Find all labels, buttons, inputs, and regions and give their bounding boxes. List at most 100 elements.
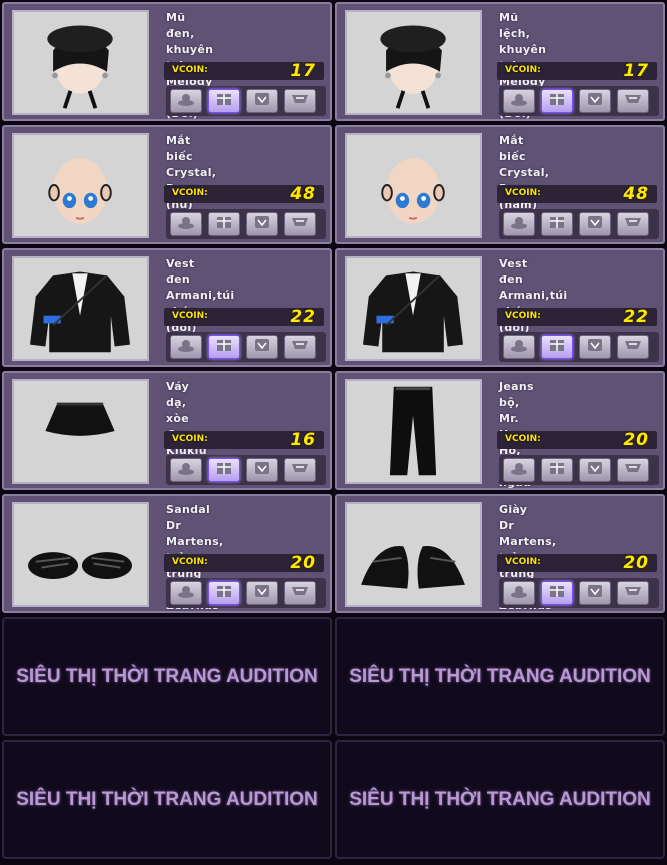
shoes-icon[interactable]	[345, 502, 482, 607]
shop-banner: SIÊU THỊ THỜI TRANG AUDITION	[335, 617, 665, 736]
vcoin-label: VCOIN:	[172, 65, 208, 75]
item-price: 20	[290, 553, 316, 573]
item-card[interactable]: Mũ lệch, khuyên tai Melody Choco (Đôi)VC…	[335, 2, 665, 121]
pocket-icon	[585, 583, 605, 603]
item-actions	[499, 332, 659, 362]
item-actions	[166, 332, 326, 362]
item-price: 17	[623, 61, 649, 81]
try-on-button[interactable]	[170, 212, 202, 236]
try-on-button[interactable]	[503, 89, 535, 113]
cart-icon	[290, 460, 310, 480]
try-on-button[interactable]	[170, 581, 202, 605]
avatar-icon	[176, 91, 196, 111]
try-on-button[interactable]	[170, 89, 202, 113]
buy-button[interactable]	[284, 212, 316, 236]
pocket-icon	[252, 337, 272, 357]
gift-icon	[547, 583, 567, 603]
vcoin-label: VCOIN:	[505, 434, 541, 444]
buy-button[interactable]	[284, 581, 316, 605]
wishlist-button[interactable]	[579, 335, 611, 359]
buy-button[interactable]	[617, 212, 649, 236]
item-card[interactable]: Mắt biếc Crystal, Ryon (nam)VCOIN:48	[335, 125, 665, 244]
avatar-icon	[509, 91, 529, 111]
gift-button[interactable]	[541, 581, 573, 605]
item-actions	[499, 86, 659, 116]
hat-earrings-icon[interactable]	[12, 10, 149, 115]
cart-icon	[623, 583, 643, 603]
avatar-icon	[176, 460, 196, 480]
gift-icon	[547, 337, 567, 357]
buy-button[interactable]	[617, 581, 649, 605]
gift-button[interactable]	[208, 212, 240, 236]
item-card[interactable]: Vest đen Armani,túi chéo (đôi)VCOIN:22	[335, 248, 665, 367]
try-on-button[interactable]	[503, 212, 535, 236]
wishlist-button[interactable]	[246, 581, 278, 605]
gift-button[interactable]	[208, 89, 240, 113]
jacket-icon[interactable]	[345, 256, 482, 361]
buy-button[interactable]	[617, 335, 649, 359]
vcoin-label: VCOIN:	[172, 557, 208, 567]
gift-icon	[547, 214, 567, 234]
buy-button[interactable]	[284, 458, 316, 482]
gift-button[interactable]	[208, 458, 240, 482]
item-actions	[499, 209, 659, 239]
item-card[interactable]: Váy dạ, xòe đen KiukiuVCOIN:16	[2, 371, 332, 490]
avatar-icon	[509, 583, 529, 603]
cart-icon	[290, 214, 310, 234]
buy-button[interactable]	[284, 335, 316, 359]
item-card[interactable]: Mũ đen, khuyên tai Melody Choco (Đôi)VCO…	[2, 2, 332, 121]
item-card[interactable]: Jeans bộ, Mr. Hero Hô, cool ngầuVCOIN:20	[335, 371, 665, 490]
vcoin-label: VCOIN:	[505, 311, 541, 321]
jacket-icon[interactable]	[12, 256, 149, 361]
avatar-icon	[509, 460, 529, 480]
banner-title: SIÊU THỊ THỜI TRANG AUDITION	[349, 788, 651, 810]
wishlist-button[interactable]	[579, 458, 611, 482]
item-card[interactable]: Giày Dr Martens, trẻ trung Fusion Zebril…	[335, 494, 665, 613]
item-actions	[166, 86, 326, 116]
gift-button[interactable]	[541, 89, 573, 113]
shop-banner: SIÊU THỊ THỜI TRANG AUDITION	[335, 740, 665, 859]
pants-icon[interactable]	[345, 379, 482, 484]
vcoin-label: VCOIN:	[172, 311, 208, 321]
wishlist-button[interactable]	[579, 581, 611, 605]
face-eyes-icon[interactable]	[345, 133, 482, 238]
gift-button[interactable]	[208, 581, 240, 605]
gift-icon	[214, 91, 234, 111]
item-price: 48	[290, 184, 316, 204]
gift-icon	[547, 91, 567, 111]
wishlist-button[interactable]	[579, 212, 611, 236]
gift-button[interactable]	[541, 212, 573, 236]
vcoin-label: VCOIN:	[505, 65, 541, 75]
gift-button[interactable]	[541, 458, 573, 482]
gift-icon	[214, 583, 234, 603]
wishlist-button[interactable]	[246, 212, 278, 236]
item-card[interactable]: Sandal Dr Martens, trẻ trung Fusion Zebr…	[2, 494, 332, 613]
gift-button[interactable]	[208, 335, 240, 359]
wishlist-button[interactable]	[246, 335, 278, 359]
buy-button[interactable]	[284, 89, 316, 113]
avatar-icon	[509, 214, 529, 234]
item-price: 16	[290, 430, 316, 450]
try-on-button[interactable]	[503, 458, 535, 482]
try-on-button[interactable]	[170, 335, 202, 359]
buy-button[interactable]	[617, 89, 649, 113]
wishlist-button[interactable]	[246, 89, 278, 113]
buy-button[interactable]	[617, 458, 649, 482]
vcoin-label: VCOIN:	[172, 188, 208, 198]
sandals-icon[interactable]	[12, 502, 149, 607]
item-card[interactable]: Vest đen Armani,túi chéo (đôi)VCOIN:22	[2, 248, 332, 367]
try-on-button[interactable]	[170, 458, 202, 482]
avatar-icon	[176, 583, 196, 603]
skirt-icon[interactable]	[12, 379, 149, 484]
gift-button[interactable]	[541, 335, 573, 359]
vcoin-label: VCOIN:	[505, 557, 541, 567]
wishlist-button[interactable]	[579, 89, 611, 113]
shop-banner: SIÊU THỊ THỜI TRANG AUDITION	[2, 740, 332, 859]
item-card[interactable]: Mắt biếc Crystal, Ryon (nữ)VCOIN:48	[2, 125, 332, 244]
hat-earrings-icon[interactable]	[345, 10, 482, 115]
face-eyes-icon[interactable]	[12, 133, 149, 238]
try-on-button[interactable]	[503, 335, 535, 359]
cart-icon	[623, 337, 643, 357]
wishlist-button[interactable]	[246, 458, 278, 482]
try-on-button[interactable]	[503, 581, 535, 605]
